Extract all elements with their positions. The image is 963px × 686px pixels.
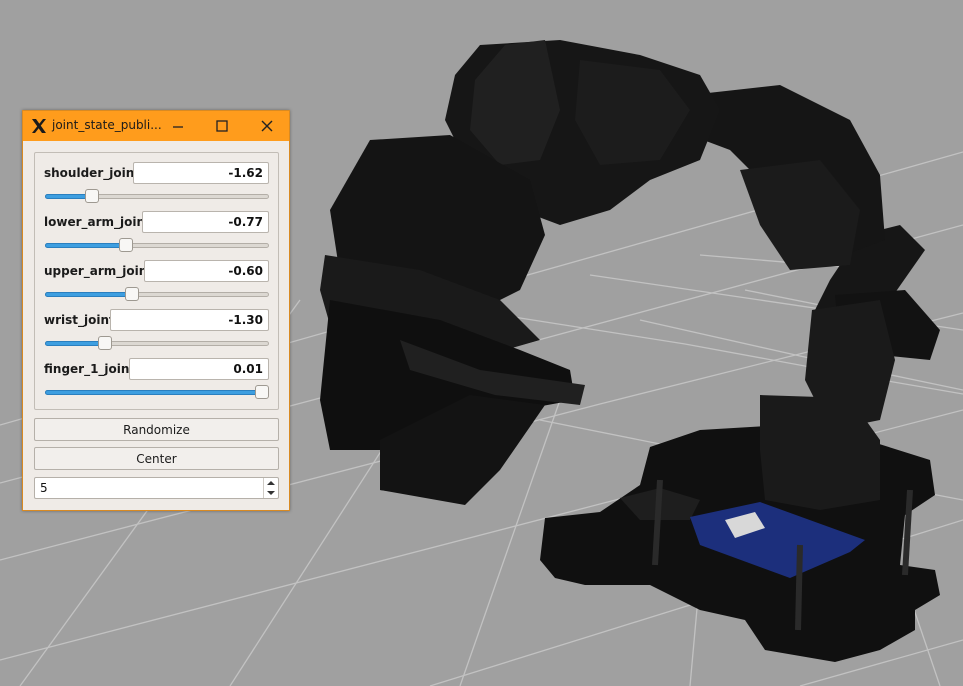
- center-button[interactable]: Center: [34, 447, 279, 470]
- slider-handle[interactable]: [125, 287, 140, 301]
- joint-slider-shoulder[interactable]: [45, 188, 269, 206]
- slider-handle[interactable]: [255, 385, 270, 399]
- slider-fill: [45, 243, 126, 248]
- joint-value-wrist[interactable]: -1.30: [110, 309, 269, 331]
- joint-slider-finger-1[interactable]: [45, 384, 270, 402]
- joint-label-wrist: wrist_joint: [44, 313, 115, 327]
- window-title-bar[interactable]: joint_state_publi...: [23, 111, 289, 141]
- chevron-up-icon[interactable]: [264, 478, 278, 488]
- maximize-icon[interactable]: [212, 116, 232, 136]
- joint-value-finger-1[interactable]: 0.01: [129, 358, 269, 380]
- joint-state-publisher-window: joint_state_publi... shoulder_joint -1.6…: [22, 110, 290, 511]
- joint-value-lower-arm[interactable]: -0.77: [142, 211, 269, 233]
- chevron-down-icon[interactable]: [264, 488, 278, 498]
- spinbox-value: 5: [40, 481, 48, 495]
- slider-handle[interactable]: [85, 189, 100, 203]
- joint-slider-lower-arm[interactable]: [45, 237, 269, 255]
- joint-value-upper-arm[interactable]: -0.60: [144, 260, 269, 282]
- robot-arm-model: [320, 40, 940, 662]
- window-title: joint_state_publi...: [52, 118, 162, 132]
- joint-slider-upper-arm[interactable]: [45, 286, 269, 304]
- slider-fill: [45, 390, 263, 395]
- randomize-button[interactable]: Randomize: [34, 418, 279, 441]
- slider-handle[interactable]: [118, 238, 133, 252]
- joint-label-lower-arm: lower_arm_joint: [44, 215, 151, 229]
- joint-value-shoulder[interactable]: -1.62: [133, 162, 269, 184]
- joint-slider-wrist[interactable]: [45, 335, 269, 353]
- slider-handle[interactable]: [98, 336, 113, 350]
- close-icon[interactable]: [257, 116, 277, 136]
- joint-label-upper-arm: upper_arm_joint: [44, 264, 154, 278]
- spinbox-arrows: [263, 478, 278, 498]
- slider-fill: [45, 341, 106, 346]
- x11-logo-icon: [32, 119, 46, 133]
- minimize-icon[interactable]: [168, 116, 188, 136]
- max-rows-spinbox[interactable]: 5: [34, 477, 279, 499]
- joint-label-shoulder: shoulder_joint: [44, 166, 140, 180]
- joint-label-finger-1: finger_1_joint: [44, 362, 136, 376]
- slider-fill: [45, 292, 133, 297]
